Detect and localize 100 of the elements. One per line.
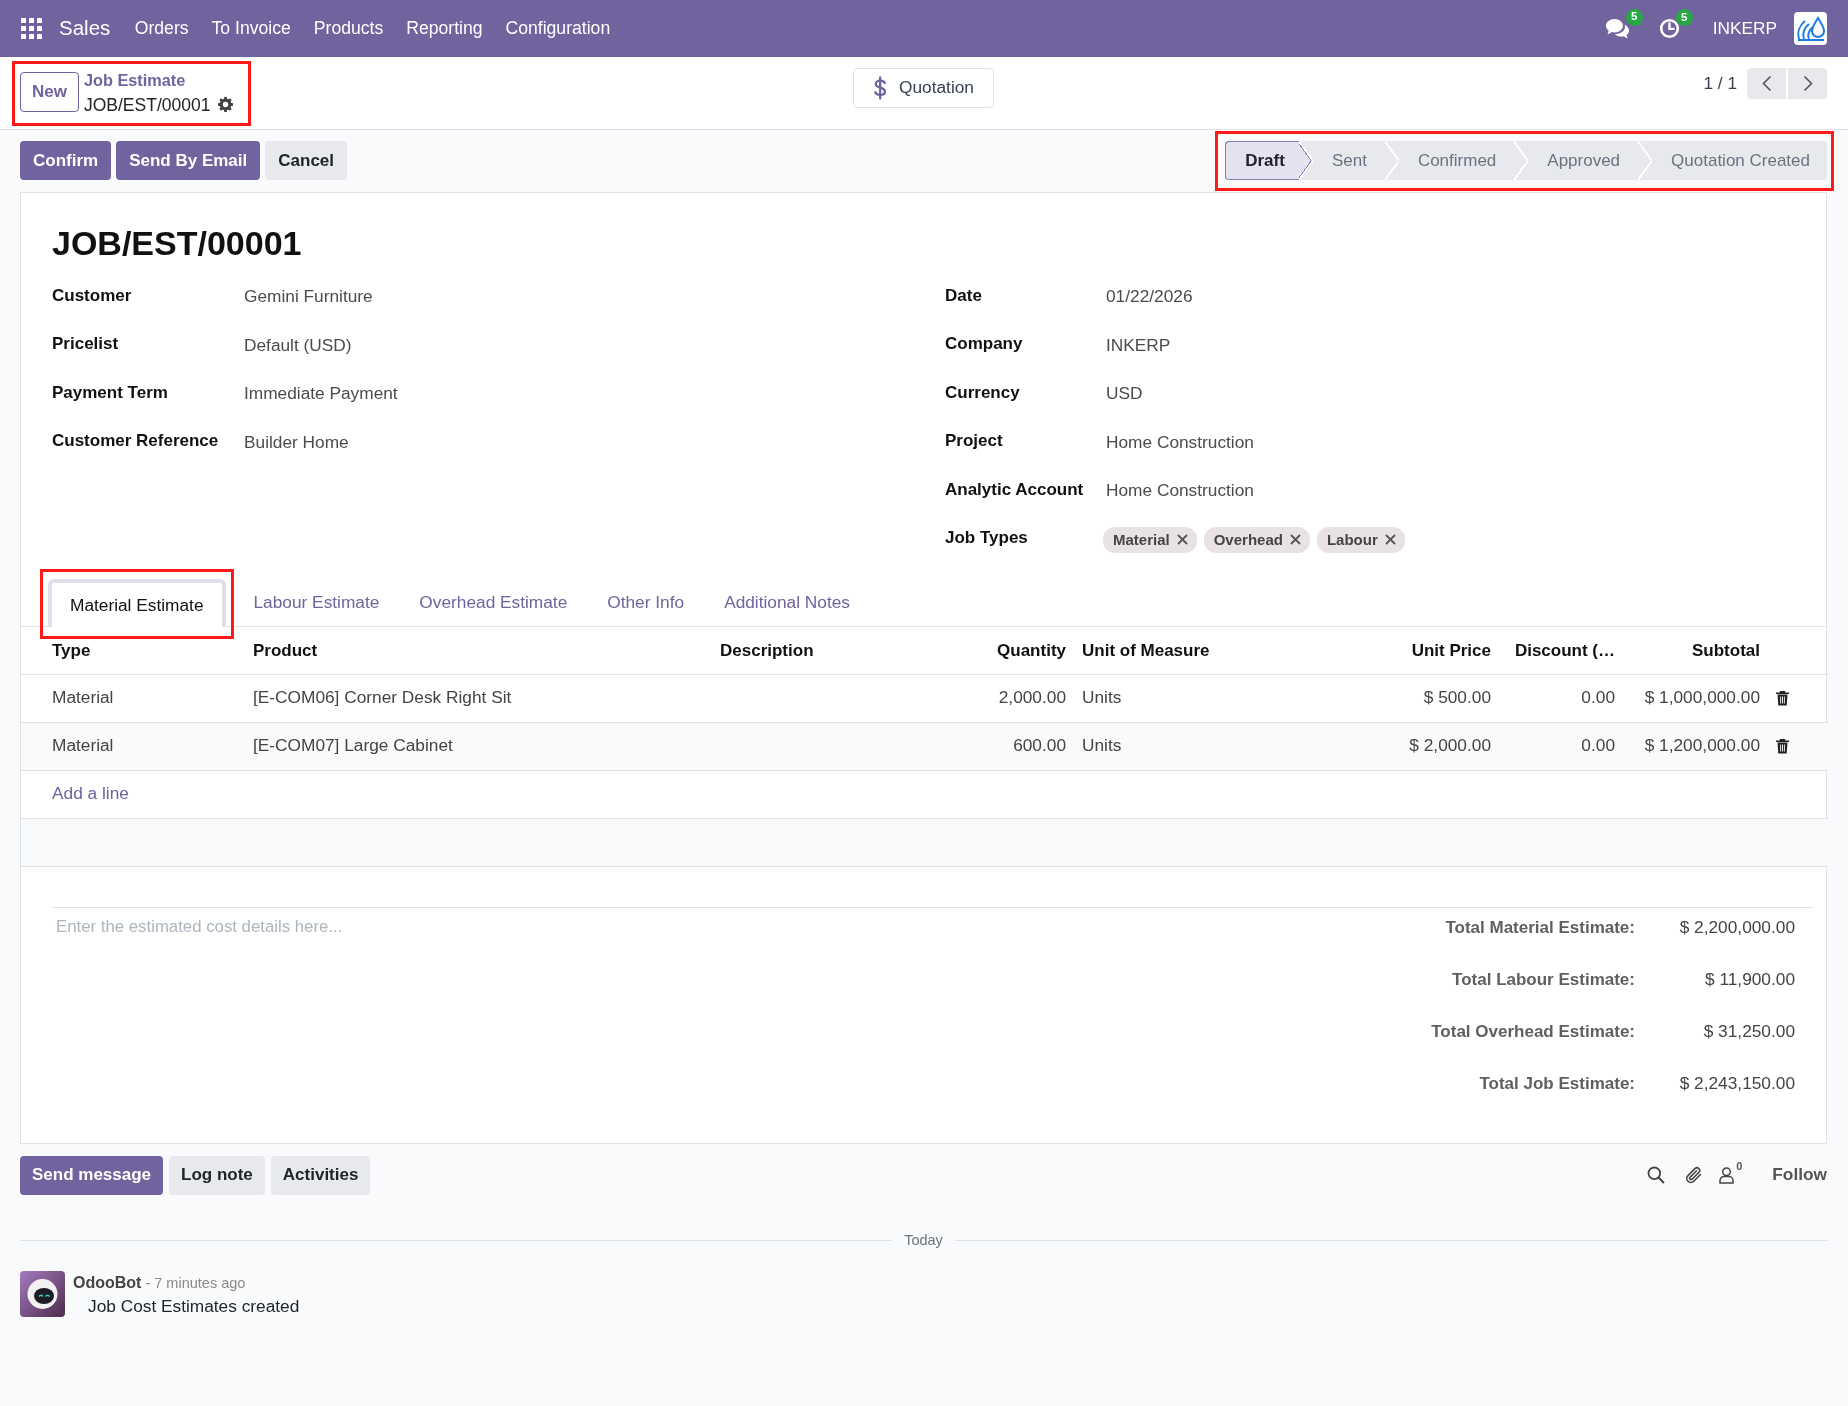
chatter-button[interactable]: Log note bbox=[169, 1155, 265, 1195]
paperclip-icon[interactable] bbox=[1685, 1165, 1704, 1185]
field-input[interactable]: USD bbox=[1106, 381, 1143, 408]
menu-item[interactable]: To Invoice bbox=[200, 15, 303, 42]
chevron-right-icon bbox=[1802, 75, 1813, 92]
chatter-button[interactable]: Activities bbox=[270, 1155, 371, 1195]
field-label: Company bbox=[945, 333, 1024, 355]
tab[interactable]: Other Info bbox=[587, 579, 705, 626]
field-label: Payment Term bbox=[52, 381, 169, 404]
menu-item[interactable]: Products bbox=[302, 15, 395, 42]
field-label: Analytic Account bbox=[945, 478, 1085, 501]
dollar-icon bbox=[873, 76, 888, 100]
column-header[interactable]: Unit of Measure bbox=[1074, 627, 1294, 674]
field-label: Date bbox=[945, 284, 983, 307]
total-value: $ 2,243,150.00 bbox=[1678, 1071, 1795, 1095]
apps-grid-icon[interactable] bbox=[21, 18, 42, 39]
total-value: $ 2,200,000.00 bbox=[1678, 915, 1795, 939]
total-value: $ 11,900.00 bbox=[1704, 967, 1795, 991]
table-cell: Material bbox=[21, 722, 245, 770]
trash-icon[interactable] bbox=[1776, 690, 1789, 706]
close-icon[interactable] bbox=[1289, 534, 1301, 546]
table-cell: [E-COM06] Corner Desk Right Sit bbox=[245, 674, 712, 722]
breadcrumb-link[interactable]: Job Estimate bbox=[83, 71, 186, 90]
tab[interactable]: Additional Notes bbox=[704, 579, 870, 626]
action-button[interactable]: Confirm bbox=[20, 141, 112, 180]
tab[interactable]: Labour Estimate bbox=[233, 579, 400, 626]
total-label: Total Material Estimate: bbox=[1444, 916, 1635, 939]
field-input[interactable]: Gemini Furniture bbox=[244, 284, 373, 311]
field-label: Customer Reference bbox=[52, 430, 220, 452]
previous-button[interactable] bbox=[1747, 68, 1786, 99]
drop-logo-icon[interactable] bbox=[1794, 12, 1827, 45]
column-header[interactable]: Type bbox=[21, 627, 245, 674]
column-header[interactable]: Description bbox=[712, 627, 961, 674]
field-label: Project bbox=[945, 430, 1004, 452]
field-input[interactable]: Immediate Payment bbox=[244, 381, 398, 408]
close-icon[interactable] bbox=[1384, 534, 1396, 546]
record-title: JOB/EST/00001 bbox=[51, 223, 303, 264]
table-cell: $ 1,000,000.00 bbox=[1623, 674, 1768, 722]
new-button[interactable]: New bbox=[20, 71, 79, 112]
notes-field[interactable]: Enter the estimated cost details here... bbox=[52, 907, 1432, 1111]
field-label: Customer bbox=[52, 284, 133, 307]
column-header[interactable]: Discount (… bbox=[1499, 627, 1623, 674]
status-step[interactable]: Draft bbox=[1225, 141, 1299, 180]
follow-button[interactable]: Follow bbox=[1772, 1162, 1827, 1188]
counter-badge: 5 bbox=[1625, 8, 1643, 26]
field-input[interactable]: Home Construction bbox=[1106, 478, 1254, 505]
column-header[interactable]: Subtotal bbox=[1623, 627, 1768, 674]
person-icon[interactable] bbox=[1719, 1166, 1735, 1184]
menu-item[interactable]: Reporting bbox=[394, 15, 494, 42]
chatter-button[interactable]: Send message bbox=[20, 1155, 164, 1195]
total-label: Total Job Estimate: bbox=[1478, 1072, 1635, 1095]
total-value: $ 31,250.00 bbox=[1702, 1019, 1795, 1043]
search-icon[interactable] bbox=[1647, 1166, 1666, 1184]
table-cell: Units bbox=[1074, 722, 1294, 770]
add-line-link[interactable]: Add a line bbox=[52, 783, 129, 804]
author-name[interactable]: OdooBot bbox=[73, 1270, 142, 1295]
field-input[interactable]: Builder Home bbox=[244, 429, 349, 456]
table-cell: [E-COM07] Large Cabinet bbox=[245, 722, 712, 770]
menu-item[interactable]: Orders bbox=[123, 15, 201, 42]
table-cell: 0.00 bbox=[1499, 674, 1623, 722]
field-input[interactable]: 01/22/2026 bbox=[1106, 284, 1193, 311]
tag-label: Overhead bbox=[1213, 529, 1283, 550]
status-step[interactable]: Confirmed bbox=[1384, 141, 1515, 180]
table-cell: 2,000.00 bbox=[961, 674, 1074, 722]
chat-bubbles-icon[interactable] bbox=[1604, 17, 1630, 40]
field-input[interactable]: Home Construction bbox=[1106, 429, 1254, 456]
status-step[interactable]: Sent bbox=[1298, 141, 1385, 180]
tab[interactable]: Overhead Estimate bbox=[399, 579, 588, 626]
app-name-link[interactable]: Sales bbox=[59, 13, 111, 44]
status-step[interactable]: Approved bbox=[1514, 141, 1639, 180]
menu-item[interactable]: Configuration bbox=[494, 15, 622, 42]
total-label: Total Overhead Estimate: bbox=[1431, 1020, 1635, 1043]
field-label: Job Types bbox=[945, 527, 1029, 549]
tag-label: Labour bbox=[1326, 529, 1378, 550]
company-switcher[interactable]: INKERP bbox=[1712, 15, 1777, 42]
column-header[interactable]: Unit Price bbox=[1294, 627, 1499, 674]
close-icon[interactable] bbox=[1176, 534, 1188, 546]
follower-count: 0 bbox=[1736, 1159, 1743, 1175]
column-header[interactable]: Product bbox=[245, 627, 712, 674]
clock-icon[interactable] bbox=[1658, 18, 1680, 39]
tab[interactable]: Material Estimate bbox=[48, 579, 226, 627]
chevron-left-icon bbox=[1761, 75, 1772, 92]
field-label: Pricelist bbox=[52, 333, 120, 355]
tag-label: Material bbox=[1113, 529, 1170, 550]
field-input[interactable]: INKERP bbox=[1106, 332, 1171, 359]
action-button[interactable]: Send By Email bbox=[116, 141, 261, 180]
pager-value[interactable]: 1 / 1 bbox=[1703, 68, 1737, 99]
gear-icon[interactable] bbox=[218, 97, 234, 113]
table-cell: Material bbox=[21, 674, 245, 722]
column-header[interactable]: Quantity bbox=[961, 627, 1074, 674]
table-cell: 0.00 bbox=[1499, 722, 1623, 770]
table-cell: $ 500.00 bbox=[1294, 674, 1499, 722]
next-button[interactable] bbox=[1788, 68, 1827, 99]
action-button[interactable]: Cancel bbox=[265, 141, 348, 180]
field-input[interactable]: Default (USD) bbox=[244, 332, 352, 359]
status-step[interactable]: Quotation Created bbox=[1638, 141, 1827, 180]
trash-icon[interactable] bbox=[1776, 738, 1789, 754]
table-cell: $ 1,200,000.00 bbox=[1623, 722, 1768, 770]
quotation-button[interactable]: Quotation bbox=[853, 68, 994, 108]
date-separator: Today bbox=[903, 1230, 944, 1250]
